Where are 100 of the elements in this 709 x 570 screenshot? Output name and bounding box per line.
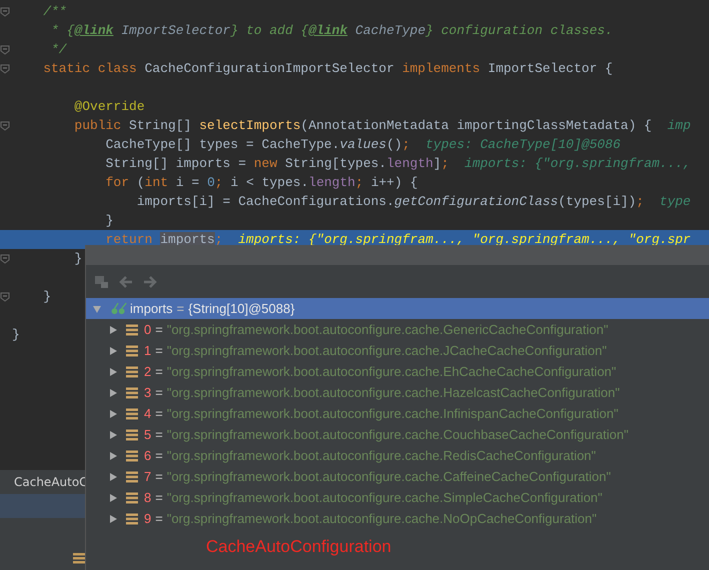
expand-arrow-icon[interactable] bbox=[108, 324, 118, 334]
doc-reference: ImportSelector bbox=[120, 23, 230, 38]
list-icon[interactable] bbox=[73, 552, 85, 564]
tree-item[interactable]: 3 = "org.springframework.boot.autoconfigure.cache.HazelcastCacheConfiguration" bbox=[86, 382, 709, 403]
expand-arrow-icon[interactable] bbox=[108, 430, 118, 440]
expand-arrow-icon[interactable] bbox=[108, 408, 118, 418]
array-icon bbox=[126, 428, 138, 440]
code-keyword: ; bbox=[355, 175, 364, 190]
code-text: String[] imports = bbox=[104, 156, 248, 171]
tree-item[interactable]: 7 = "org.springframework.boot.autoconfigure.cache.CaffeineCacheConfiguration" bbox=[86, 466, 709, 487]
tree-item[interactable]: 5 = "org.springframework.boot.autoconfigure.cache.CouchbaseCacheConfiguration" bbox=[86, 424, 709, 445]
code-comment: } to add { bbox=[230, 23, 308, 38]
equals-sign: = bbox=[155, 427, 163, 442]
string-value: "org.springframework.boot.autoconfigure.cache.EhCacheCacheConfiguration" bbox=[166, 364, 616, 379]
code-keyword: ; bbox=[402, 137, 410, 152]
fold-icon[interactable] bbox=[0, 254, 10, 264]
tree-item[interactable]: 9 = "org.springframework.boot.autoconfigure.cache.NoOpCacheConfiguration" bbox=[86, 508, 709, 529]
tree-item[interactable]: imports = {String[10]@5088} bbox=[86, 298, 709, 319]
array-index: 8 bbox=[144, 490, 152, 505]
code-comment: */ bbox=[50, 42, 67, 57]
code-text: String[types. bbox=[285, 156, 386, 171]
expand-arrow-icon[interactable] bbox=[108, 388, 118, 398]
code-text: } bbox=[42, 289, 52, 304]
expand-arrow-icon[interactable] bbox=[108, 366, 118, 376]
fold-icon[interactable] bbox=[0, 44, 10, 54]
tree-item[interactable]: 2 = "org.springframework.boot.autoconfigure.cache.EhCacheCacheConfiguration" bbox=[86, 361, 709, 382]
code-text: ( bbox=[136, 175, 145, 190]
fold-icon[interactable] bbox=[0, 64, 10, 74]
number-literal: 0 bbox=[207, 175, 215, 190]
code-keyword: ; bbox=[214, 232, 223, 247]
equals-sign: = bbox=[155, 406, 163, 421]
fold-icon[interactable] bbox=[0, 292, 10, 302]
equals-sign: = bbox=[155, 343, 163, 358]
array-icon bbox=[126, 450, 138, 462]
doc-tag: @link bbox=[74, 23, 114, 38]
expand-arrow-icon[interactable] bbox=[108, 472, 118, 482]
code-text: } bbox=[73, 251, 82, 266]
field-name: length bbox=[308, 175, 356, 190]
array-index: 0 bbox=[144, 322, 152, 337]
code-text: i = bbox=[176, 175, 200, 190]
expand-arrow-icon[interactable] bbox=[108, 492, 118, 502]
method-name: selectImports bbox=[199, 118, 301, 133]
tree-item[interactable]: 4 = "org.springframework.boot.autoconfigure.cache.InfinispanCacheConfiguration" bbox=[86, 403, 709, 424]
equals-sign: = bbox=[155, 448, 163, 463]
array-icon bbox=[126, 386, 138, 398]
array-icon bbox=[126, 324, 138, 336]
code-text: i < types. bbox=[230, 175, 309, 190]
tree-item[interactable]: 0 = "org.springframework.boot.autoconfigure.cache.GenericCacheConfiguration" bbox=[86, 319, 709, 340]
equals-sign: = bbox=[155, 511, 163, 526]
code-keyword: static class bbox=[42, 61, 138, 76]
code-keyword: implements bbox=[402, 61, 482, 76]
string-value: "org.springframework.boot.autoconfigure.cache.JCacheCacheConfiguration" bbox=[166, 343, 607, 358]
equals-sign: = bbox=[155, 322, 163, 337]
array-index: 9 bbox=[144, 511, 152, 526]
code-text: CacheConfigurationImportSelector bbox=[144, 61, 396, 76]
variable-name: imports bbox=[130, 301, 173, 316]
code-text: () bbox=[386, 137, 402, 152]
tree-item[interactable]: 1 = "org.springframework.boot.autoconfigure.cache.JCacheCacheConfiguration" bbox=[86, 340, 709, 361]
fold-icon[interactable] bbox=[0, 120, 10, 130]
code-text: String[] bbox=[129, 118, 192, 133]
method-call: values bbox=[340, 137, 386, 152]
code-comment: /** bbox=[42, 4, 67, 19]
field-name: length bbox=[386, 156, 434, 171]
string-value: "org.springframework.boot.autoconfigure.cache.GenericCacheConfiguration" bbox=[166, 322, 608, 337]
code-comment: } configuration classes. bbox=[426, 23, 613, 38]
code-text: } bbox=[104, 213, 114, 228]
code-text: (AnnotationMetadata importingClassMetadata) { bbox=[300, 118, 652, 133]
code-text: ] bbox=[433, 156, 442, 171]
array-index: 3 bbox=[144, 385, 152, 400]
inline-debug-value: type bbox=[658, 194, 691, 209]
equals-sign: = bbox=[155, 469, 163, 484]
fold-icon[interactable] bbox=[0, 6, 10, 16]
code-text: i++) { bbox=[370, 175, 418, 190]
array-icon bbox=[126, 470, 138, 482]
annotation-label: CacheAutoConfiguration bbox=[206, 537, 392, 557]
glasses-icon bbox=[110, 302, 128, 315]
tree-item[interactable]: 6 = "org.springframework.boot.autoconfigure.cache.RedisCacheConfiguration" bbox=[86, 445, 709, 466]
code-keyword: ; bbox=[636, 194, 644, 209]
array-icon bbox=[126, 408, 138, 420]
string-value: "org.springframework.boot.autoconfigure.cache.InfinispanCacheConfiguration" bbox=[166, 406, 618, 421]
tree-item[interactable]: 8 = "org.springframework.boot.autoconfigure.cache.SimpleCacheConfiguration" bbox=[86, 487, 709, 508]
code-keyword: new bbox=[254, 156, 278, 171]
code-text: (types[i]) bbox=[558, 194, 636, 209]
code-annotation: @Override bbox=[73, 99, 145, 114]
expand-arrow-icon[interactable] bbox=[92, 304, 102, 314]
code-text: } bbox=[12, 327, 20, 342]
code-text: imports[i] = CacheConfigurations. bbox=[136, 194, 394, 209]
code-keyword: int bbox=[144, 175, 170, 190]
expand-arrow-icon[interactable] bbox=[108, 346, 118, 356]
string-value: "org.springframework.boot.autoconfigure.cache.HazelcastCacheConfiguration" bbox=[166, 385, 620, 400]
array-icon bbox=[126, 512, 138, 524]
code-keyword: return bbox=[104, 232, 154, 247]
array-index: 2 bbox=[144, 364, 152, 379]
string-value: "org.springframework.boot.autoconfigure.cache.CouchbaseCacheConfiguration" bbox=[166, 427, 628, 442]
array-icon bbox=[126, 492, 138, 504]
inline-debug-value: types: CacheType[10]@5086 bbox=[424, 137, 621, 152]
expand-arrow-icon[interactable] bbox=[108, 450, 118, 460]
equals-sign: = bbox=[176, 301, 184, 316]
array-index: 6 bbox=[144, 448, 152, 463]
expand-arrow-icon[interactable] bbox=[108, 514, 118, 524]
